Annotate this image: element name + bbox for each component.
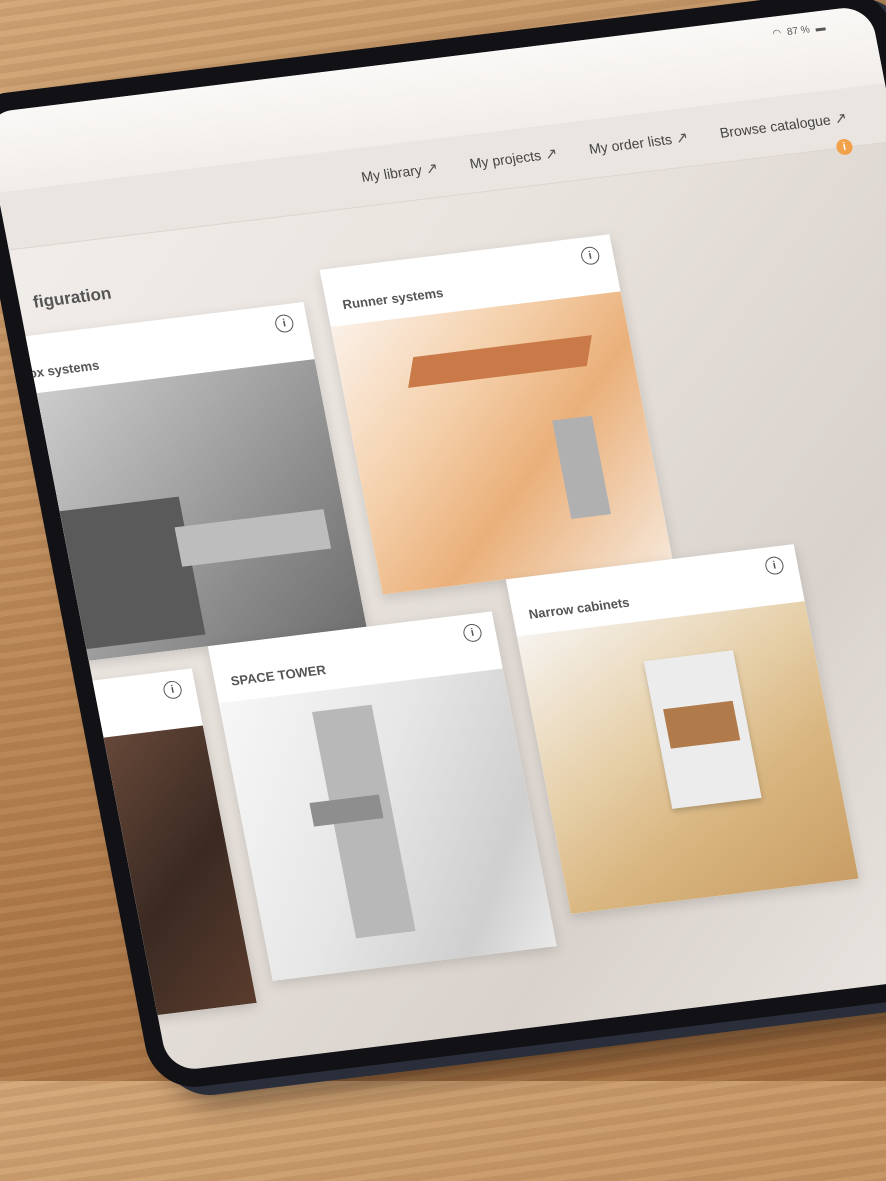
nav-my-order-lists[interactable]: My order lists↗	[587, 128, 690, 158]
card-space-tower[interactable]: SPACE TOWER i	[207, 611, 557, 981]
info-icon[interactable]: i	[579, 245, 601, 266]
arrow-up-right-icon: ↗	[543, 145, 560, 164]
card-image-narrow-cabinets	[516, 601, 859, 915]
card-title: Runner systems	[341, 285, 445, 313]
info-icon[interactable]: i	[763, 555, 786, 576]
card-box-systems[interactable]: ox systems i	[5, 302, 367, 664]
cabinet-shape	[59, 496, 206, 650]
nav-my-order-lists-label: My order lists	[587, 131, 674, 157]
tablet-bezel: ◠ 87 % ▬ My library↗ My projects↗ My ord…	[0, 0, 886, 1093]
info-icon[interactable]: i	[461, 622, 484, 643]
arrow-up-right-icon: ↗	[424, 159, 440, 179]
tablet-screen: ◠ 87 % ▬ My library↗ My projects↗ My ord…	[0, 4, 886, 1073]
nav-browse-catalogue-label: Browse catalogue	[718, 111, 832, 141]
nav-my-projects-label: My projects	[468, 147, 543, 172]
nav-browse-catalogue[interactable]: Browse catalogue↗	[718, 109, 848, 142]
nav-my-library[interactable]: My library↗	[360, 159, 440, 186]
panel-shape	[552, 415, 611, 520]
photo-scene: ◠ 87 % ▬ My library↗ My projects↗ My ord…	[0, 0, 886, 1093]
card-image-space-tower	[218, 668, 557, 981]
card-narrow-cabinets[interactable]: Narrow cabinets i	[505, 544, 859, 915]
nav-my-library-label: My library	[359, 161, 424, 185]
nav-my-projects[interactable]: My projects↗	[468, 144, 559, 172]
battery-icon: ▬	[814, 22, 827, 35]
section-title: figuration	[31, 283, 113, 312]
tablet-device: ◠ 87 % ▬ My library↗ My projects↗ My ord…	[0, 0, 886, 1181]
basket-shape	[663, 700, 741, 749]
card-image-runner-systems	[330, 291, 673, 595]
arrow-up-right-icon: ↗	[832, 109, 849, 128]
card-title: SPACE TOWER	[229, 662, 328, 689]
card-title: Narrow cabinets	[527, 594, 631, 622]
arrow-up-right-icon: ↗	[674, 129, 690, 148]
wifi-icon: ◠	[771, 27, 783, 40]
runner-shape	[408, 335, 592, 388]
drawer-shape	[174, 509, 332, 567]
info-icon[interactable]: i	[161, 679, 184, 700]
info-icon[interactable]: i	[273, 313, 295, 334]
card-title: ox systems	[27, 357, 101, 381]
card-image-box-systems	[16, 359, 367, 664]
card-runner-systems[interactable]: Runner systems i	[319, 234, 673, 595]
